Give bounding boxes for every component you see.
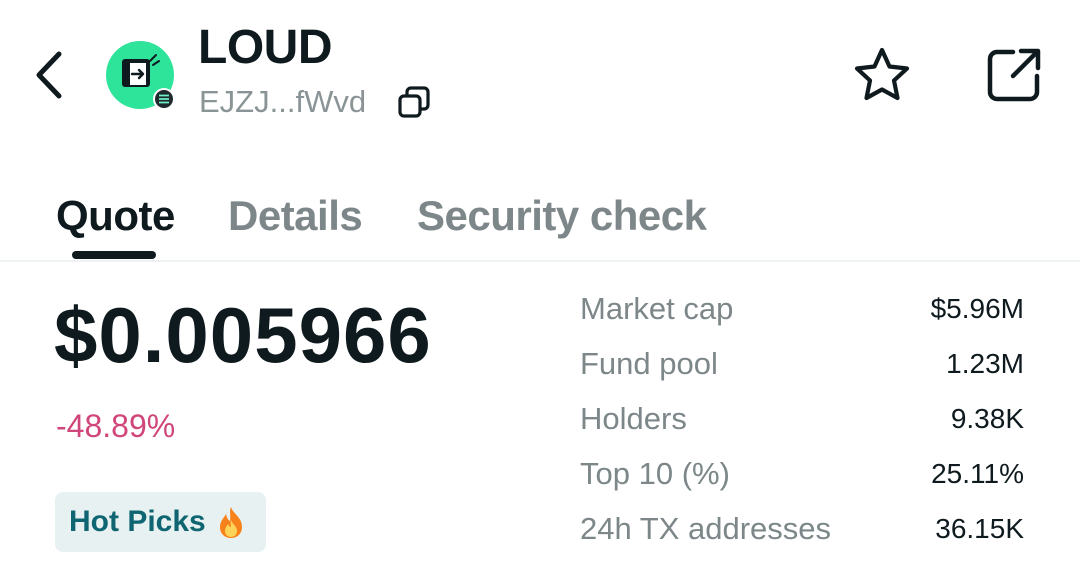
share-button[interactable] [980,40,1048,110]
stat-label-24h-tx-addresses: 24h TX addresses [580,511,832,546]
token-address: EJZJ...fWvd [199,84,367,119]
copy-icon [398,86,430,118]
tab-quote[interactable]: Quote [56,186,175,246]
hot-picks-badge[interactable]: Hot Picks [55,492,266,552]
star-icon [854,47,910,101]
share-external-icon [987,48,1041,102]
price-change: -48.89% [56,408,176,444]
hot-picks-label: Hot Picks [69,505,206,538]
stat-value-market-cap: $5.96M [930,293,1024,324]
stat-value-holders: 9.38K [950,403,1024,434]
copy-address-button[interactable] [393,82,435,122]
stat-label-holders: Holders [580,401,687,436]
tabs-divider [0,260,1080,262]
stat-value-24h-tx-addresses: 36.15K [935,513,1024,544]
favorite-button[interactable] [848,40,916,110]
active-tab-indicator [72,251,156,259]
stat-label-market-cap: Market cap [580,291,734,326]
chevron-left-icon [36,51,62,99]
stat-value-top-10: 25.11% [931,458,1024,489]
stat-label-fund-pool: Fund pool [580,346,718,381]
stat-value-fund-pool: 1.23M [946,348,1024,379]
tab-security-check[interactable]: Security check [417,186,707,246]
stat-label-top-10: Top 10 (%) [580,456,730,491]
token-name: LOUD [198,21,332,74]
back-button[interactable] [18,40,78,110]
token-price: $0.005966 [54,291,432,379]
tab-details[interactable]: Details [228,186,363,246]
fire-icon [216,505,246,539]
token-avatar [106,41,176,111]
